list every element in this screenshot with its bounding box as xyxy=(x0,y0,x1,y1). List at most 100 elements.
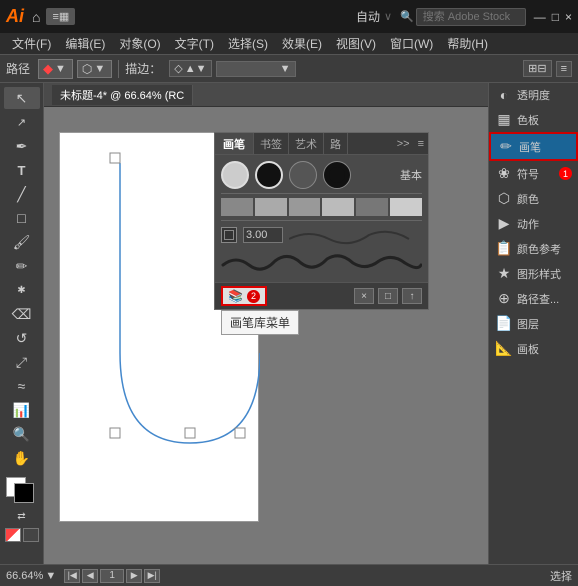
warp-tool[interactable]: ≈ xyxy=(4,375,40,397)
panel-color[interactable]: ⬡ 颜色 xyxy=(489,186,578,211)
panel-pathfinder[interactable]: ⊕ 路径查... xyxy=(489,286,578,311)
panel-graphic-style[interactable]: ★ 图形样式 xyxy=(489,261,578,286)
maximize-button[interactable]: □ xyxy=(552,10,559,24)
blob-brush-tool[interactable]: ✱ xyxy=(4,279,40,301)
minimize-button[interactable]: — xyxy=(534,10,546,24)
stroke-weight[interactable]: ◇ ▲▼ xyxy=(169,60,211,77)
page-input[interactable] xyxy=(100,569,124,583)
rotate-tool[interactable]: ↺ xyxy=(4,327,40,349)
panel-brush[interactable]: ✏ 画笔 xyxy=(489,132,578,161)
menu-help[interactable]: 帮助(H) xyxy=(441,35,494,52)
nav-next[interactable]: ▶ xyxy=(126,569,142,583)
line-tool[interactable]: ╱ xyxy=(4,183,40,205)
nav-last[interactable]: ▶| xyxy=(144,569,160,583)
close-button[interactable]: × xyxy=(565,10,572,24)
eraser-tool[interactable]: ⌫ xyxy=(4,303,40,325)
panel-action[interactable]: ▶ 动作 xyxy=(489,211,578,236)
nav-prev[interactable]: ◀ xyxy=(82,569,98,583)
brush-preview-icon xyxy=(221,227,237,243)
menu-select[interactable]: 选择(S) xyxy=(222,35,274,52)
panel-menu[interactable]: ≡ xyxy=(414,133,428,154)
color-swatches[interactable] xyxy=(4,477,40,507)
status-bar: 66.64% ▼ |◀ ◀ ▶ ▶| 选择 xyxy=(0,564,578,586)
brush-selector[interactable]: ⬡ ▼ xyxy=(77,60,112,78)
zoom-value: 66.64% xyxy=(6,570,43,582)
brush-lib-button[interactable]: 📚 2 xyxy=(221,286,267,306)
canvas-tab[interactable]: 未标题-4* @ 66.64% (RC xyxy=(52,85,193,105)
swatches-label: 色板 xyxy=(517,112,539,128)
menu-window[interactable]: 窗口(W) xyxy=(384,35,439,52)
menu-effect[interactable]: 效果(E) xyxy=(276,35,328,52)
footer-new-btn[interactable]: □ xyxy=(378,288,398,304)
brush-swatch-grey[interactable] xyxy=(289,161,317,189)
menu-object[interactable]: 对象(O) xyxy=(113,35,166,52)
menu-view[interactable]: 视图(V) xyxy=(330,35,382,52)
artboard-label: 画板 xyxy=(517,341,539,357)
stroke-fill-swap[interactable]: ⇄ xyxy=(17,511,25,522)
menu-text[interactable]: 文字(T) xyxy=(169,35,220,52)
brush-swatch-circle[interactable] xyxy=(255,161,283,189)
panel-swatches[interactable]: ▦ 色板 xyxy=(489,107,578,132)
panel-arrange-btn[interactable]: ≡ xyxy=(556,61,572,77)
canvas-tab-bar: 未标题-4* @ 66.64% (RC xyxy=(44,83,488,107)
brush-swatch-dark[interactable] xyxy=(323,161,351,189)
tab-bookmark[interactable]: 书签 xyxy=(254,133,289,154)
panel-layers[interactable]: 📄 图层 xyxy=(489,311,578,336)
panel-more[interactable]: >> xyxy=(393,133,414,154)
brush-size-input[interactable] xyxy=(243,227,283,243)
stroke-svg xyxy=(289,225,422,245)
panel-artboard[interactable]: 📐 画板 xyxy=(489,336,578,361)
swatches-icon: ▦ xyxy=(495,111,513,128)
footer-up-btn[interactable]: ↑ xyxy=(402,288,422,304)
canvas-container: 画笔 书签 艺术 路 >> ≡ 基本 xyxy=(44,107,488,564)
tab-path[interactable]: 路 xyxy=(324,133,348,154)
shape-tool[interactable]: □ xyxy=(4,207,40,229)
auto-label: 自动 xyxy=(356,8,380,25)
screen-mode[interactable] xyxy=(23,528,39,542)
panel-symbol[interactable]: ❀ 符号 1 xyxy=(489,161,578,186)
brush-stroke-preview xyxy=(289,225,422,245)
brush-tool[interactable]: 🖌 xyxy=(4,231,40,253)
tab-brush[interactable]: 画笔 xyxy=(215,133,254,154)
pencil-tool[interactable]: ✏ xyxy=(4,255,40,277)
home-icon[interactable]: ⌂ xyxy=(32,9,40,25)
canvas-area: 未标题-4* @ 66.64% (RC xyxy=(44,83,488,564)
panel-layout-btn[interactable]: ⊞⊟ xyxy=(523,60,551,77)
page-nav: |◀ ◀ ▶ ▶| xyxy=(64,569,160,583)
main-area: ↖ ↗ ✒ T ╱ □ 🖌 ✏ ✱ ⌫ ↺ ⤢ ≈ 📊 🔍 ✋ ⇄ xyxy=(0,83,578,564)
left-toolbar: ↖ ↗ ✒ T ╱ □ 🖌 ✏ ✱ ⌫ ↺ ⤢ ≈ 📊 🔍 ✋ ⇄ xyxy=(0,83,44,564)
scale-tool[interactable]: ⤢ xyxy=(4,351,40,373)
tab-art[interactable]: 艺术 xyxy=(289,133,324,154)
brush-label: 画笔 xyxy=(519,139,541,155)
stroke-dropdown[interactable]: ▼ xyxy=(216,61,296,77)
graph-tool[interactable]: 📊 xyxy=(4,399,40,421)
zoom-dropdown-icon[interactable]: ▼ xyxy=(45,570,56,582)
graphic-style-label: 图形样式 xyxy=(517,266,561,282)
hand-tool[interactable]: ✋ xyxy=(4,447,40,469)
color-icon: ⬡ xyxy=(495,190,513,207)
color-label: 颜色 xyxy=(517,191,539,207)
brush-swatch-empty[interactable] xyxy=(221,161,249,189)
basic-label: 基本 xyxy=(400,167,422,183)
layers-label: 图层 xyxy=(517,316,539,332)
menu-edit[interactable]: 编辑(E) xyxy=(59,35,111,52)
select-tool[interactable]: ↖ xyxy=(4,87,40,109)
search-input[interactable] xyxy=(416,8,526,26)
pathfinder-icon: ⊕ xyxy=(495,290,513,307)
nav-first[interactable]: |◀ xyxy=(64,569,80,583)
right-panel: ◐ 透明度 ▦ 色板 ✏ 画笔 ❀ 符号 1 ⬡ 颜色 ▶ 动作 📋 颜色参考 xyxy=(488,83,578,564)
zoom-tool[interactable]: 🔍 xyxy=(4,423,40,445)
panel-color-ref[interactable]: 📋 颜色参考 xyxy=(489,236,578,261)
footer-delete-btn[interactable]: × xyxy=(354,288,374,304)
layout-icon[interactable]: ≡▦ xyxy=(46,8,75,25)
pen-tool[interactable]: ✒ xyxy=(4,135,40,157)
action-icon: ▶ xyxy=(495,215,513,232)
menu-bar: 文件(F) 编辑(E) 对象(O) 文字(T) 选择(S) 效果(E) 视图(V… xyxy=(0,33,578,55)
direct-select-tool[interactable]: ↗ xyxy=(4,111,40,133)
panel-transparency[interactable]: ◐ 透明度 xyxy=(489,83,578,107)
stroke-selector[interactable]: ◆ ▼ xyxy=(38,59,73,79)
type-tool[interactable]: T xyxy=(4,159,40,181)
normal-mode[interactable] xyxy=(5,528,21,542)
transparency-icon: ◐ xyxy=(495,87,513,103)
menu-file[interactable]: 文件(F) xyxy=(6,35,57,52)
